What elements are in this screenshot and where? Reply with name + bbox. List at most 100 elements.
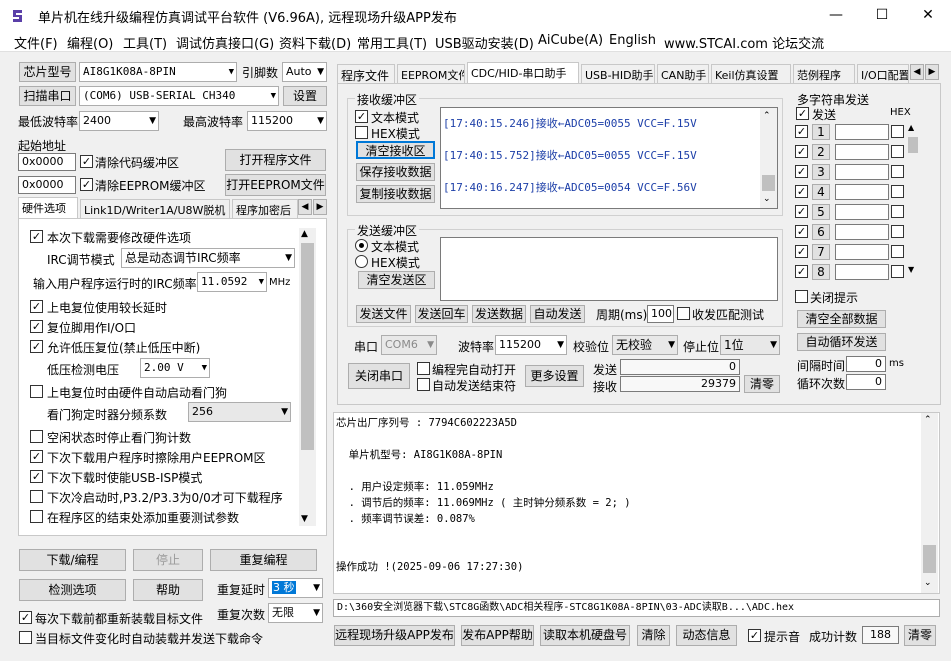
send-text-area[interactable] [440, 237, 778, 301]
multi-send-row-input[interactable] [835, 204, 889, 220]
multi-send-row-hex-checkbox[interactable] [891, 145, 904, 158]
check-options-button[interactable]: 检测选项 [19, 579, 126, 601]
multi-send-row-hex-checkbox[interactable] [891, 165, 904, 178]
auto-loop-button[interactable]: 自动循环发送 [797, 333, 886, 351]
rx-hex-mode-checkbox[interactable] [355, 126, 368, 139]
settings-button[interactable]: 设置 [283, 86, 327, 106]
stop-button[interactable]: 停止 [133, 549, 203, 571]
multi-send-row-checkbox[interactable]: ✓ [795, 205, 808, 218]
tab-scroll-left-icon[interactable]: ◀ [910, 64, 924, 80]
close-button[interactable]: ✕ [905, 0, 951, 31]
scan-port-button[interactable]: 扫描串口 [19, 86, 76, 106]
tab-eeprom-file[interactable]: EEPROM文件 [397, 64, 465, 83]
open-program-button[interactable]: 打开程序文件 [225, 149, 326, 171]
multi-send-scroll-thumb[interactable] [908, 137, 918, 153]
tab-offline-writer[interactable]: Link1D/Writer1A/U8W脱机 [80, 199, 230, 218]
baud-select[interactable]: 115200 ▼ [495, 335, 567, 355]
download-button[interactable]: 下载/编程 [19, 549, 126, 571]
multi-send-row-button[interactable]: 8 [812, 264, 830, 280]
clear-receive-button[interactable]: 清空接收区 [356, 141, 435, 159]
multi-send-row-hex-checkbox[interactable] [891, 245, 904, 258]
chevron-down-icon[interactable]: ⌄ [924, 578, 932, 588]
repeat-delay-select[interactable]: 3 秒 ▼ [268, 578, 323, 598]
chevron-up-icon[interactable]: ⌃ [763, 111, 771, 121]
multi-send-row-input[interactable] [835, 244, 889, 260]
multi-send-row-checkbox[interactable]: ✓ [795, 125, 808, 138]
tab-serial-assistant[interactable]: CDC/HID-串口助手 [467, 62, 579, 83]
idle-stop-wdt-checkbox[interactable] [30, 430, 43, 443]
multi-send-row-button[interactable]: 2 [812, 144, 830, 160]
menu-aicube[interactable]: AiCube(A) [538, 33, 603, 48]
irc-freq-select[interactable]: 11.0592 ▼ [197, 272, 267, 292]
minimize-button[interactable]: — [813, 0, 859, 31]
tab-hardware-options[interactable]: 硬件选项 [18, 197, 78, 218]
clear-log-button[interactable]: 清除 [637, 625, 670, 646]
multi-send-row-checkbox[interactable]: ✓ [795, 265, 808, 278]
menu-common-tools[interactable]: 常用工具(T) [357, 33, 427, 52]
auto-open-checkbox[interactable] [417, 362, 430, 375]
tab-io-config[interactable]: I/O口配置 [857, 64, 909, 83]
dynamic-info-button[interactable]: 动态信息 [676, 625, 737, 646]
output-scroll-thumb[interactable] [923, 545, 936, 573]
beep-checkbox[interactable]: ✓ [748, 629, 761, 642]
multi-send-row-input[interactable] [835, 264, 889, 280]
max-baud-select[interactable]: 115200 ▼ [247, 111, 327, 131]
reload-checkbox[interactable]: ✓ [19, 611, 32, 624]
menu-website[interactable]: www.STCAI.com 论坛交流 [664, 33, 824, 52]
test-params-checkbox[interactable] [30, 510, 43, 523]
loop-count-input[interactable]: 0 [846, 374, 886, 390]
erase-eeprom-checkbox[interactable]: ✓ [30, 450, 43, 463]
maximize-button[interactable]: ☐ [859, 0, 905, 31]
tab-usb-hid[interactable]: USB-HID助手 [581, 64, 655, 83]
tab-scroll-left-icon[interactable]: ◀ [298, 199, 312, 215]
parity-select[interactable]: 无校验 ▼ [612, 335, 678, 355]
multi-send-row-hex-checkbox[interactable] [891, 205, 904, 218]
multi-send-row-button[interactable]: 5 [812, 204, 830, 220]
multi-send-row-button[interactable]: 7 [812, 244, 830, 260]
multi-send-row-input[interactable] [835, 124, 889, 140]
send-enter-button[interactable]: 发送回车 [415, 305, 468, 323]
multi-send-row-hex-checkbox[interactable] [891, 125, 904, 138]
multi-send-row-checkbox[interactable]: ✓ [795, 165, 808, 178]
multi-send-row-input[interactable] [835, 184, 889, 200]
reset-count-button[interactable]: 清零 [904, 625, 936, 646]
multi-send-row-button[interactable]: 4 [812, 184, 830, 200]
remote-upgrade-button[interactable]: 远程现场升级APP发布 [334, 625, 455, 646]
save-receive-button[interactable]: 保存接收数据 [356, 163, 435, 181]
tab-scroll-right-icon[interactable]: ▶ [925, 64, 939, 80]
auto-send-button[interactable]: 自动发送 [530, 305, 585, 323]
menu-tools[interactable]: 工具(T) [123, 33, 167, 52]
chevron-up-icon[interactable]: ▲ [908, 123, 914, 132]
pins-select[interactable]: Auto ▼ [282, 62, 327, 82]
close-tip-checkbox[interactable] [795, 290, 808, 303]
multi-send-row-button[interactable]: 3 [812, 164, 830, 180]
clear-send-button[interactable]: 清空发送区 [358, 271, 435, 289]
long-delay-checkbox[interactable]: ✓ [30, 300, 43, 313]
multi-send-row-hex-checkbox[interactable] [891, 225, 904, 238]
tab-examples[interactable]: 范例程序 [793, 64, 855, 83]
chip-model-button[interactable]: 芯片型号 [19, 62, 76, 82]
irc-mode-select[interactable]: 总是动态调节IRC频率 ▼ [121, 248, 295, 268]
chevron-up-icon[interactable]: ⌃ [924, 415, 932, 425]
code-address-input[interactable]: 0x0000 [18, 153, 76, 171]
min-baud-select[interactable]: 2400 ▼ [79, 111, 159, 131]
multi-send-row-checkbox[interactable]: ✓ [795, 225, 808, 238]
multi-send-row-button[interactable]: 1 [812, 124, 830, 140]
tab-keil-settings[interactable]: Keil仿真设置 [711, 64, 791, 83]
chevron-down-icon[interactable]: ⌄ [763, 194, 771, 204]
match-test-checkbox[interactable] [677, 307, 690, 320]
repeat-count-select[interactable]: 无限 ▼ [268, 603, 323, 623]
tx-hex-mode-radio[interactable] [355, 255, 368, 268]
interval-input[interactable]: 0 [846, 356, 886, 372]
multi-send-all-checkbox[interactable]: ✓ [796, 107, 809, 120]
clear-count-button[interactable]: 清零 [744, 375, 780, 393]
repeat-program-button[interactable]: 重复编程 [210, 549, 317, 571]
read-disk-button[interactable]: 读取本机硬盘号 [540, 625, 630, 646]
menu-debug[interactable]: 调试仿真接口(G) [176, 33, 274, 52]
menu-english[interactable]: English [609, 33, 656, 48]
rx-text-mode-checkbox[interactable]: ✓ [355, 110, 368, 123]
clear-code-checkbox[interactable]: ✓ [80, 155, 93, 168]
copy-receive-button[interactable]: 复制接收数据 [356, 185, 435, 203]
port-select[interactable]: COM6 ▼ [381, 335, 437, 355]
reset-io-checkbox[interactable]: ✓ [30, 320, 43, 333]
